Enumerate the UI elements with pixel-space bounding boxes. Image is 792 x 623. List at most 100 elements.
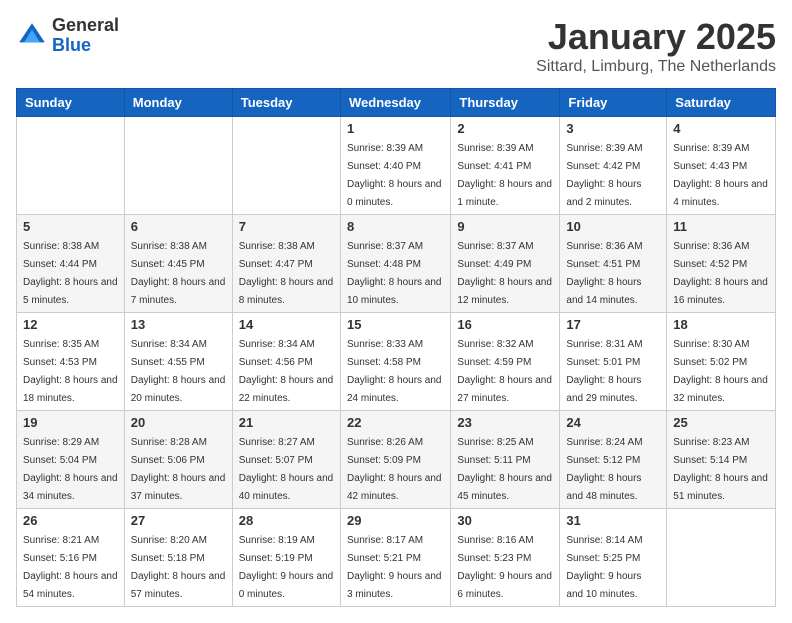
calendar-cell: 19 Sunrise: 8:29 AM Sunset: 5:04 PM Dayli…: [17, 411, 125, 509]
calendar-cell: 7 Sunrise: 8:38 AM Sunset: 4:47 PM Daylig…: [232, 215, 340, 313]
day-number: 23: [457, 415, 553, 430]
day-number: 18: [673, 317, 769, 332]
day-number: 13: [131, 317, 226, 332]
day-number: 26: [23, 513, 118, 528]
day-info: Sunrise: 8:35 AM Sunset: 4:53 PM Dayligh…: [23, 339, 118, 404]
calendar-cell: [667, 509, 776, 607]
day-info: Sunrise: 8:33 AM Sunset: 4:58 PM Dayligh…: [347, 339, 442, 404]
day-number: 21: [239, 415, 334, 430]
calendar-cell: 28 Sunrise: 8:19 AM Sunset: 5:19 PM Dayli…: [232, 509, 340, 607]
day-number: 27: [131, 513, 226, 528]
title-section: January 2025 Sittard, Limburg, The Nethe…: [536, 16, 776, 76]
day-header-saturday: Saturday: [667, 89, 776, 117]
day-header-thursday: Thursday: [451, 89, 560, 117]
calendar-cell: 20 Sunrise: 8:28 AM Sunset: 5:06 PM Dayli…: [124, 411, 232, 509]
day-number: 15: [347, 317, 444, 332]
calendar-cell: [232, 117, 340, 215]
calendar-cell: [17, 117, 125, 215]
calendar-cell: 15 Sunrise: 8:33 AM Sunset: 4:58 PM Dayli…: [340, 313, 450, 411]
calendar-table: SundayMondayTuesdayWednesdayThursdayFrid…: [16, 88, 776, 607]
day-number: 14: [239, 317, 334, 332]
calendar-cell: 25 Sunrise: 8:23 AM Sunset: 5:14 PM Dayli…: [667, 411, 776, 509]
day-info: Sunrise: 8:39 AM Sunset: 4:41 PM Dayligh…: [457, 143, 552, 208]
calendar-cell: 10Sunrise: 8:36 AM Sunset: 4:51 PM Dayli…: [560, 215, 667, 313]
day-info: Sunrise: 8:39 AM Sunset: 4:42 PM Dayligh…: [566, 143, 642, 208]
day-number: 1: [347, 121, 444, 136]
calendar-cell: 2 Sunrise: 8:39 AM Sunset: 4:41 PM Daylig…: [451, 117, 560, 215]
calendar-cell: 14Sunrise: 8:34 AM Sunset: 4:56 PM Dayli…: [232, 313, 340, 411]
day-number: 29: [347, 513, 444, 528]
calendar-cell: 13 Sunrise: 8:34 AM Sunset: 4:55 PM Dayli…: [124, 313, 232, 411]
day-number: 12: [23, 317, 118, 332]
day-info: Sunrise: 8:34 AM Sunset: 4:55 PM Dayligh…: [131, 339, 226, 404]
day-info: Sunrise: 8:37 AM Sunset: 4:48 PM Dayligh…: [347, 241, 442, 306]
day-header-tuesday: Tuesday: [232, 89, 340, 117]
day-number: 20: [131, 415, 226, 430]
week-row-1: 1Sunrise: 8:39 AM Sunset: 4:40 PM Daylig…: [17, 117, 776, 215]
calendar-cell: 12 Sunrise: 8:35 AM Sunset: 4:53 PM Dayli…: [17, 313, 125, 411]
calendar-cell: 22 Sunrise: 8:26 AM Sunset: 5:09 PM Dayli…: [340, 411, 450, 509]
calendar-cell: 27 Sunrise: 8:20 AM Sunset: 5:18 PM Dayli…: [124, 509, 232, 607]
calendar-cell: 29 Sunrise: 8:17 AM Sunset: 5:21 PM Dayli…: [340, 509, 450, 607]
day-number: 5: [23, 219, 118, 234]
day-info: Sunrise: 8:29 AM Sunset: 5:04 PM Dayligh…: [23, 437, 118, 502]
day-info: Sunrise: 8:24 AM Sunset: 5:12 PM Dayligh…: [566, 437, 642, 502]
calendar-cell: 3 Sunrise: 8:39 AM Sunset: 4:42 PM Daylig…: [560, 117, 667, 215]
day-number: 9: [457, 219, 553, 234]
calendar-cell: 16Sunrise: 8:32 AM Sunset: 4:59 PM Dayli…: [451, 313, 560, 411]
day-info: Sunrise: 8:20 AM Sunset: 5:18 PM Dayligh…: [131, 535, 226, 600]
day-info: Sunrise: 8:26 AM Sunset: 5:09 PM Dayligh…: [347, 437, 442, 502]
day-info: Sunrise: 8:30 AM Sunset: 5:02 PM Dayligh…: [673, 339, 768, 404]
day-info: Sunrise: 8:21 AM Sunset: 5:16 PM Dayligh…: [23, 535, 118, 600]
logo-blue-text: Blue: [52, 36, 119, 56]
calendar-cell: 23 Sunrise: 8:25 AM Sunset: 5:11 PM Dayli…: [451, 411, 560, 509]
calendar-cell: 26 Sunrise: 8:21 AM Sunset: 5:16 PM Dayli…: [17, 509, 125, 607]
calendar-cell: 5Sunrise: 8:38 AM Sunset: 4:44 PM Daylig…: [17, 215, 125, 313]
calendar-title: January 2025: [536, 16, 776, 58]
calendar-cell: 24 Sunrise: 8:24 AM Sunset: 5:12 PM Dayli…: [560, 411, 667, 509]
day-header-friday: Friday: [560, 89, 667, 117]
day-number: 19: [23, 415, 118, 430]
day-number: 28: [239, 513, 334, 528]
calendar-cell: 17Sunrise: 8:31 AM Sunset: 5:01 PM Dayli…: [560, 313, 667, 411]
day-number: 6: [131, 219, 226, 234]
day-info: Sunrise: 8:38 AM Sunset: 4:45 PM Dayligh…: [131, 241, 226, 306]
day-info: Sunrise: 8:16 AM Sunset: 5:23 PM Dayligh…: [457, 535, 552, 600]
day-info: Sunrise: 8:25 AM Sunset: 5:11 PM Dayligh…: [457, 437, 552, 502]
day-info: Sunrise: 8:36 AM Sunset: 4:52 PM Dayligh…: [673, 241, 768, 306]
day-info: Sunrise: 8:23 AM Sunset: 5:14 PM Dayligh…: [673, 437, 768, 502]
day-number: 3: [566, 121, 660, 136]
day-number: 7: [239, 219, 334, 234]
day-info: Sunrise: 8:14 AM Sunset: 5:25 PM Dayligh…: [566, 535, 642, 600]
day-number: 24: [566, 415, 660, 430]
day-number: 2: [457, 121, 553, 136]
day-info: Sunrise: 8:17 AM Sunset: 5:21 PM Dayligh…: [347, 535, 442, 600]
day-info: Sunrise: 8:19 AM Sunset: 5:19 PM Dayligh…: [239, 535, 334, 600]
calendar-cell: 31 Sunrise: 8:14 AM Sunset: 5:25 PM Dayli…: [560, 509, 667, 607]
day-info: Sunrise: 8:37 AM Sunset: 4:49 PM Dayligh…: [457, 241, 552, 306]
day-header-wednesday: Wednesday: [340, 89, 450, 117]
day-number: 11: [673, 219, 769, 234]
week-row-4: 19 Sunrise: 8:29 AM Sunset: 5:04 PM Dayli…: [17, 411, 776, 509]
day-info: Sunrise: 8:27 AM Sunset: 5:07 PM Dayligh…: [239, 437, 334, 502]
day-number: 25: [673, 415, 769, 430]
calendar-cell: 4Sunrise: 8:39 AM Sunset: 4:43 PM Daylig…: [667, 117, 776, 215]
page-header: General Blue January 2025 Sittard, Limbu…: [16, 16, 776, 76]
day-header-sunday: Sunday: [17, 89, 125, 117]
day-info: Sunrise: 8:28 AM Sunset: 5:06 PM Dayligh…: [131, 437, 226, 502]
calendar-cell: 30Sunrise: 8:16 AM Sunset: 5:23 PM Dayli…: [451, 509, 560, 607]
logo-general-text: General: [52, 16, 119, 36]
day-number: 31: [566, 513, 660, 528]
calendar-cell: 18 Sunrise: 8:30 AM Sunset: 5:02 PM Dayli…: [667, 313, 776, 411]
logo: General Blue: [16, 16, 119, 56]
day-info: Sunrise: 8:38 AM Sunset: 4:47 PM Dayligh…: [239, 241, 334, 306]
calendar-cell: 8 Sunrise: 8:37 AM Sunset: 4:48 PM Daylig…: [340, 215, 450, 313]
calendar-cell: 9 Sunrise: 8:37 AM Sunset: 4:49 PM Daylig…: [451, 215, 560, 313]
day-info: Sunrise: 8:31 AM Sunset: 5:01 PM Dayligh…: [566, 339, 642, 404]
day-number: 8: [347, 219, 444, 234]
calendar-cell: 21 Sunrise: 8:27 AM Sunset: 5:07 PM Dayli…: [232, 411, 340, 509]
calendar-cell: 6 Sunrise: 8:38 AM Sunset: 4:45 PM Daylig…: [124, 215, 232, 313]
day-info: Sunrise: 8:36 AM Sunset: 4:51 PM Dayligh…: [566, 241, 642, 306]
day-number: 16: [457, 317, 553, 332]
day-number: 22: [347, 415, 444, 430]
